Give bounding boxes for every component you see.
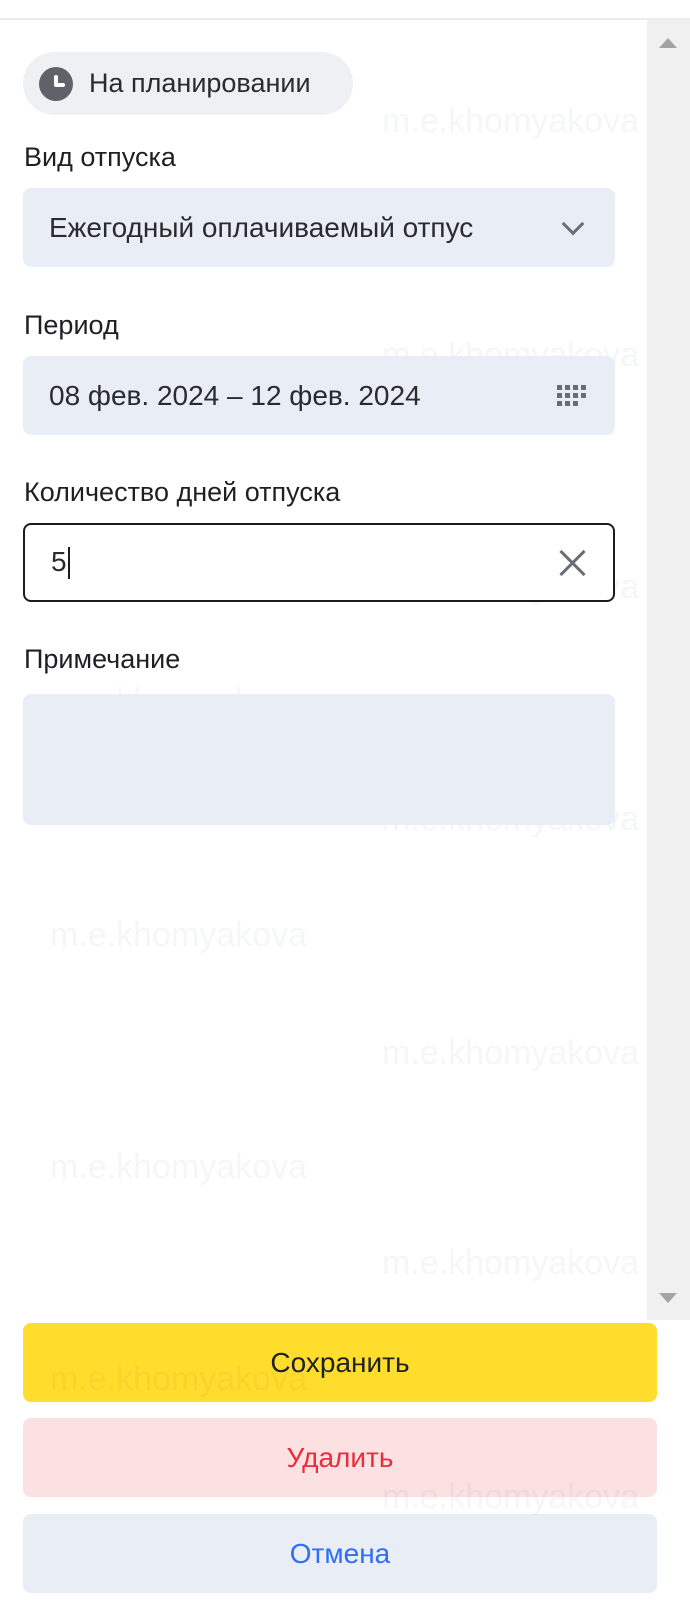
status-label: На планировании — [89, 68, 311, 98]
watermark: m.e.khomyakova — [382, 1034, 639, 1073]
days-count-input[interactable]: 5 — [23, 523, 615, 602]
period-value: 08 фев. 2024 – 12 фев. 2024 — [49, 379, 421, 411]
period-label: Период — [24, 310, 119, 340]
top-divider — [0, 0, 690, 20]
watermark: m.e.khomyakova — [50, 1148, 307, 1187]
leave-type-label: Вид отпуска — [24, 142, 176, 172]
watermark: m.e.khomyakova — [50, 916, 307, 955]
clear-icon[interactable] — [557, 548, 587, 578]
chevron-down-icon[interactable] — [561, 212, 585, 235]
calendar-icon[interactable] — [557, 385, 587, 406]
watermark: m.e.khomyakova — [382, 102, 639, 141]
days-count-label: Количество дней отпуска — [24, 477, 341, 507]
days-count-value: 5 — [51, 546, 557, 580]
period-date-range-field[interactable]: 08 фев. 2024 – 12 фев. 2024 — [23, 356, 615, 435]
scroll-up-arrow-icon[interactable] — [659, 38, 677, 48]
leave-type-value: Ежегодный оплачиваемый отпус — [49, 211, 474, 243]
text-caret — [67, 547, 70, 580]
status-badge: На планировании — [23, 52, 353, 115]
vacation-form-panel: m.e.khomyakova m.e.khomyakova m.e.khomya… — [0, 0, 690, 1607]
leave-type-select[interactable]: Ежегодный оплачиваемый отпус — [23, 188, 615, 267]
cancel-button[interactable]: Отмена — [23, 1514, 657, 1593]
scrollbar[interactable] — [647, 20, 690, 1320]
note-label: Примечание — [24, 644, 181, 674]
form-scroll-area[interactable]: m.e.khomyakova m.e.khomyakova m.e.khomya… — [0, 20, 647, 1320]
scroll-down-arrow-icon[interactable] — [659, 1293, 677, 1303]
delete-button[interactable]: Удалить — [23, 1418, 657, 1497]
save-button[interactable]: Сохранить — [23, 1323, 657, 1402]
clock-icon — [39, 66, 73, 101]
note-textarea[interactable] — [23, 694, 615, 825]
